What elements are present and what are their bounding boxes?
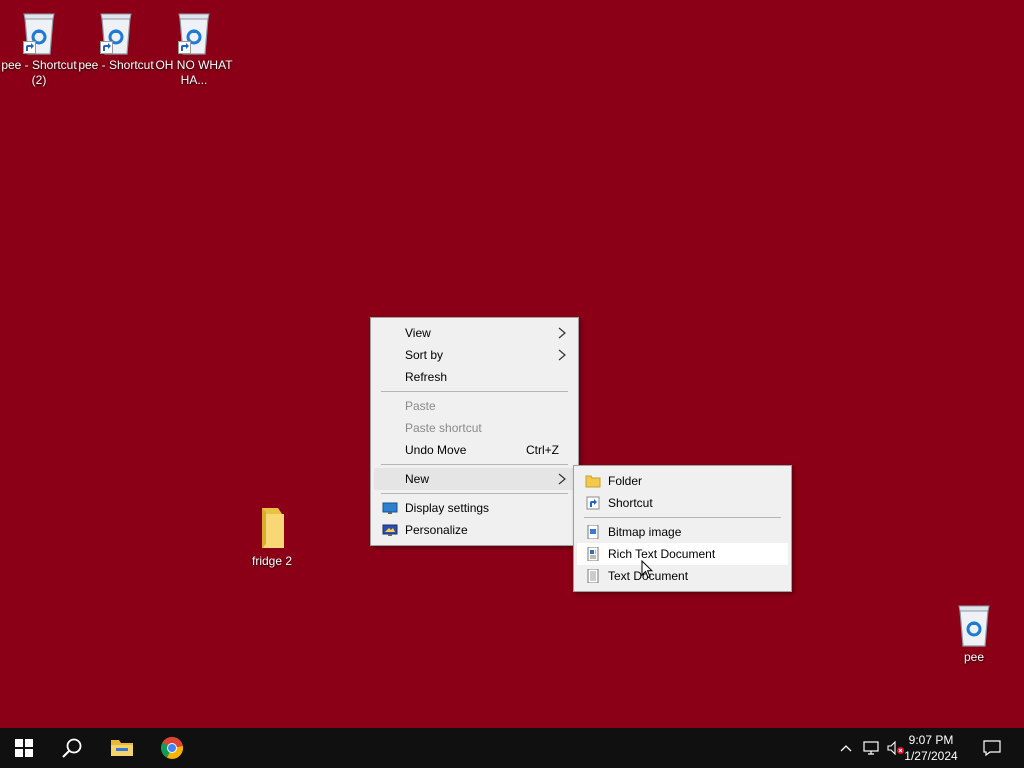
menu-item-label: Undo Move <box>405 443 467 457</box>
taskbar: 9:07 PM 1/27/2024 <box>0 728 1024 768</box>
menu-separator <box>381 464 568 465</box>
mouse-cursor-icon <box>641 559 654 579</box>
file-explorer-button[interactable] <box>98 728 146 768</box>
shortcut-arrow-icon <box>100 41 113 54</box>
chevron-right-icon <box>557 349 567 361</box>
shortcut-arrow-icon <box>23 41 36 54</box>
recycle-bin-icon <box>952 600 996 648</box>
clock-time: 9:07 PM <box>908 733 954 747</box>
start-button[interactable] <box>0 728 48 768</box>
folder-icon <box>250 504 294 552</box>
network-button[interactable] <box>860 728 882 768</box>
menu-item-accelerator: Ctrl+Z <box>526 443 559 457</box>
menu-item-label: Personalize <box>405 523 468 537</box>
recycle-bin-icon <box>172 8 216 56</box>
desktop-icon-label: pee <box>963 650 985 664</box>
menu-item-sort-by[interactable]: Sort by <box>374 344 575 366</box>
desktop-icon-oh-no[interactable]: OH NO WHAT HA... <box>155 8 233 88</box>
menu-item-label: Refresh <box>405 370 448 384</box>
menu-item-label: Paste <box>405 399 436 413</box>
menu-item-label: Bitmap image <box>608 525 682 539</box>
rich-text-icon <box>585 547 601 561</box>
recycle-bin-icon <box>94 8 138 56</box>
file-explorer-icon <box>111 740 133 756</box>
desktop-icon-pee-shortcut-2[interactable]: pee - Shortcut (2) <box>0 8 78 88</box>
menu-item-personalize[interactable]: Personalize <box>374 519 575 541</box>
desktop[interactable]: pee - Shortcut (2) pee - Shortcut OH NO … <box>0 0 1024 728</box>
chrome-icon <box>161 736 184 759</box>
clock-date: 1/27/2024 <box>904 749 958 763</box>
submenu-item-shortcut[interactable]: Shortcut <box>577 492 788 514</box>
menu-item-label: Sort by <box>405 348 444 362</box>
submenu-item-bitmap-image[interactable]: Bitmap image <box>577 521 788 543</box>
menu-item-label: Folder <box>608 474 643 488</box>
menu-item-refresh[interactable]: Refresh <box>374 366 575 388</box>
shortcut-icon <box>585 496 601 510</box>
menu-item-label: Shortcut <box>608 496 653 510</box>
submenu-item-rich-text-document[interactable]: Rich Text Document <box>577 543 788 565</box>
menu-item-paste-shortcut[interactable]: Paste shortcut <box>374 417 575 439</box>
text-document-icon <box>585 569 601 583</box>
menu-separator <box>381 391 568 392</box>
network-icon <box>863 741 879 755</box>
menu-item-paste[interactable]: Paste <box>374 395 575 417</box>
submenu-item-folder[interactable]: Folder <box>577 470 788 492</box>
desktop-icon-label: fridge 2 <box>251 554 293 568</box>
menu-item-label: Paste shortcut <box>405 421 482 435</box>
shortcut-arrow-icon <box>178 41 191 54</box>
menu-item-display-settings[interactable]: Display settings <box>374 497 575 519</box>
bitmap-icon <box>585 525 601 539</box>
menu-item-undo-move[interactable]: Undo Move Ctrl+Z <box>374 439 575 461</box>
desktop-icon-pee-shortcut[interactable]: pee - Shortcut <box>77 8 155 73</box>
menu-item-label: Rich Text Document <box>608 547 716 561</box>
chevron-up-icon <box>840 745 852 752</box>
menu-item-label: Display settings <box>405 501 490 515</box>
menu-separator <box>584 517 781 518</box>
action-center-icon <box>983 740 1001 756</box>
menu-item-label: View <box>405 326 431 340</box>
desktop-icon-label: OH NO WHAT HA... <box>155 58 233 87</box>
chevron-right-icon <box>557 473 567 485</box>
submenu-item-text-document[interactable]: Text Document <box>577 565 788 587</box>
new-submenu: Folder Shortcut Bitmap image Rich Text D… <box>573 465 792 592</box>
chevron-right-icon <box>557 327 567 339</box>
desktop-icon-fridge-2[interactable]: fridge 2 <box>233 504 311 569</box>
desktop-icon-label: pee - Shortcut <box>78 58 154 72</box>
menu-item-label: New <box>405 472 430 486</box>
display-settings-icon <box>382 501 398 515</box>
desktop-icon-pee[interactable]: pee <box>935 600 1013 665</box>
action-center-button[interactable] <box>978 728 1006 768</box>
chrome-button[interactable] <box>148 728 196 768</box>
recycle-bin-icon <box>17 8 61 56</box>
clock[interactable]: 9:07 PM 1/27/2024 <box>896 732 966 764</box>
start-icon <box>15 739 33 757</box>
desktop-context-menu: View Sort by Refresh Paste Paste shortcu… <box>370 317 579 546</box>
desktop-icon-label: pee - Shortcut (2) <box>1 58 77 87</box>
menu-item-view[interactable]: View <box>374 322 575 344</box>
menu-separator <box>381 493 568 494</box>
show-hidden-icons-button[interactable] <box>836 728 856 768</box>
menu-item-new[interactable]: New <box>374 468 575 490</box>
folder-icon <box>585 474 601 488</box>
search-button[interactable] <box>48 728 96 768</box>
personalize-icon <box>382 523 398 537</box>
search-icon <box>62 738 82 758</box>
